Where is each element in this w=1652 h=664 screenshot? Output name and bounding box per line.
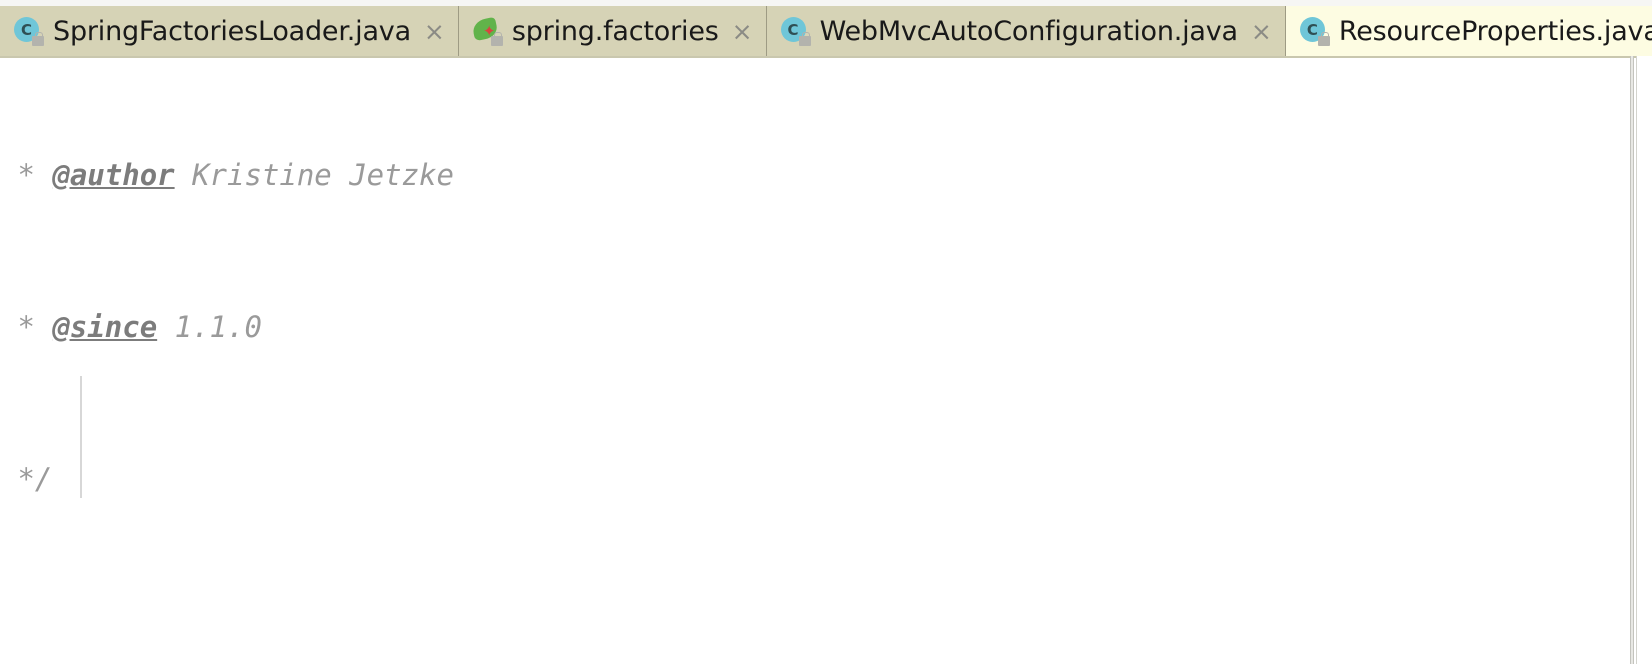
- code-line: */: [0, 460, 1640, 498]
- editor-right-gutter: [1636, 56, 1652, 664]
- javadoc-since-tag: @since: [52, 310, 158, 344]
- javadoc-since-value: 1.1.0: [174, 310, 262, 344]
- tab-spring-factories[interactable]: ✦ spring.factories ×: [458, 6, 767, 56]
- java-class-icon: C: [1299, 16, 1330, 46]
- close-icon[interactable]: ×: [1251, 19, 1272, 44]
- tab-label: spring.factories: [511, 15, 719, 47]
- editor-tab-bar: C SpringFactoriesLoader.java × ✦ spring.…: [0, 0, 1652, 56]
- tab-spring-factories-loader[interactable]: C SpringFactoriesLoader.java ×: [0, 6, 459, 56]
- tab-label: SpringFactoriesLoader.java: [53, 15, 411, 47]
- close-icon[interactable]: ×: [424, 19, 445, 44]
- java-class-icon: C: [14, 16, 44, 46]
- javadoc-author-name: Kristine Jetzke: [192, 158, 454, 192]
- editor-vertical-splitter[interactable]: [1630, 56, 1634, 664]
- javadoc-close: */: [17, 462, 53, 496]
- ide-window: C SpringFactoriesLoader.java × ✦ spring.…: [0, 0, 1652, 664]
- tab-label: ResourceProperties.java: [1338, 15, 1652, 47]
- spring-leaf-icon: ✦: [471, 16, 503, 46]
- tab-resource-properties[interactable]: C ResourceProperties.java ×: [1285, 6, 1652, 56]
- tab-label: WebMvcAutoConfiguration.java: [819, 15, 1239, 47]
- close-icon[interactable]: ×: [732, 19, 753, 44]
- code-line: * @author Kristine Jetzke: [0, 158, 454, 192]
- code-editor[interactable]: * @author Kristine Jetzke * @since 1.1.0…: [0, 56, 1652, 664]
- code-line: * @since 1.1.0: [0, 310, 262, 344]
- java-class-icon: C: [780, 16, 811, 46]
- code-content[interactable]: * @author Kristine Jetzke * @since 1.1.0…: [0, 56, 1640, 664]
- javadoc-author-tag: @author: [52, 158, 175, 192]
- tab-webmvc-autoconfiguration[interactable]: C WebMvcAutoConfiguration.java ×: [766, 6, 1286, 56]
